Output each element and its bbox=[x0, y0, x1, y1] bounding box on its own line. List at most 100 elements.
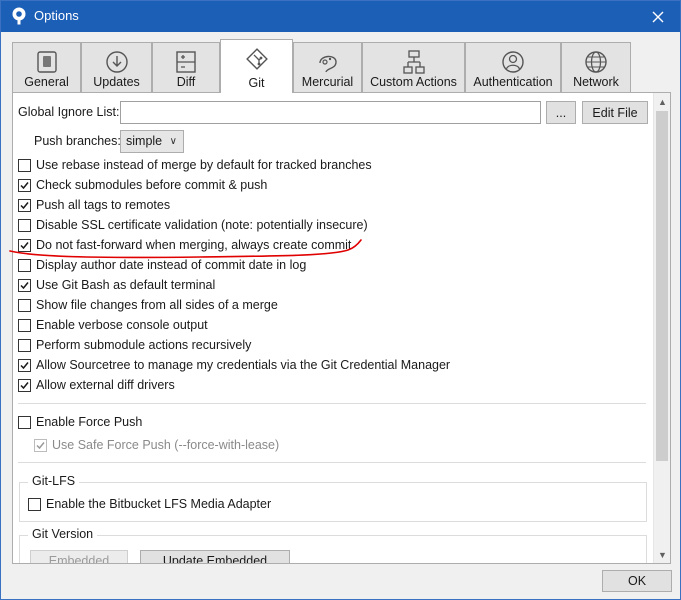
embedded-button[interactable]: Embedded bbox=[30, 550, 128, 563]
tab-label: Mercurial bbox=[301, 75, 354, 89]
checkbox-box bbox=[18, 198, 31, 212]
git-option-checkbox[interactable]: Use Git Bash as default terminal bbox=[18, 276, 215, 294]
checkbox-label: Enable the Bitbucket LFS Media Adapter bbox=[46, 497, 272, 511]
tab-label: Diff bbox=[176, 75, 196, 89]
git-version-group-title: Git Version bbox=[28, 527, 98, 541]
tab-label: Authentication bbox=[473, 75, 553, 89]
checkbox-box bbox=[18, 358, 31, 372]
enable-lfs-adapter-checkbox[interactable]: Enable the Bitbucket LFS Media Adapter bbox=[28, 495, 271, 513]
git-option-checkbox[interactable]: Do not fast-forward when merging, always… bbox=[18, 236, 351, 254]
global-ignore-input[interactable] bbox=[120, 101, 541, 124]
checkbox-label: Use Git Bash as default terminal bbox=[36, 278, 216, 292]
git-option-checkbox[interactable]: Allow Sourcetree to manage my credential… bbox=[18, 356, 450, 374]
tab-general[interactable]: General bbox=[12, 42, 81, 92]
checkbox-box bbox=[18, 218, 31, 232]
checkbox-label: Allow Sourcetree to manage my credential… bbox=[36, 358, 451, 372]
checkbox-box bbox=[18, 378, 31, 392]
tab-git[interactable]: Git bbox=[220, 39, 293, 93]
user-icon bbox=[502, 51, 524, 73]
git-option-checkbox[interactable]: Use rebase instead of merge by default f… bbox=[18, 156, 372, 174]
tab-label: Custom Actions bbox=[370, 75, 457, 89]
checkbox-box bbox=[18, 278, 31, 292]
browse-button[interactable]: ... bbox=[546, 101, 576, 124]
checkmark-icon bbox=[20, 241, 29, 249]
tab-label: General bbox=[24, 75, 69, 89]
checkbox-box bbox=[18, 415, 31, 429]
checkmark-icon bbox=[20, 201, 29, 209]
checkbox-box bbox=[28, 497, 41, 511]
tab-diff[interactable]: Diff bbox=[152, 42, 220, 92]
git-icon bbox=[245, 48, 268, 70]
git-option-checkbox[interactable]: Push all tags to remotes bbox=[18, 196, 170, 214]
title-bar: Options bbox=[1, 1, 680, 32]
checkbox-label: Push all tags to remotes bbox=[36, 198, 171, 212]
edit-file-button[interactable]: Edit File bbox=[582, 101, 648, 124]
git-settings-panel: Global Ignore List: ... Edit File Push b… bbox=[12, 92, 671, 564]
update-embedded-button[interactable]: Update Embedded bbox=[140, 550, 290, 563]
close-icon bbox=[652, 11, 664, 22]
push-branches-select[interactable]: simple ∨ bbox=[120, 130, 184, 153]
window-title: Options bbox=[34, 8, 79, 23]
checkbox-label: Do not fast-forward when merging, always… bbox=[36, 238, 352, 252]
checkbox-box bbox=[18, 258, 31, 272]
tab-mercurial[interactable]: Mercurial bbox=[293, 42, 362, 92]
checkbox-label: Disable SSL certificate validation (note… bbox=[36, 218, 368, 232]
git-lfs-group: Git-LFS Enable the Bitbucket LFS Media A… bbox=[19, 474, 647, 522]
vertical-scrollbar[interactable]: ▲ ▼ bbox=[653, 93, 670, 563]
checkbox-label: Display author date instead of commit da… bbox=[36, 258, 307, 272]
checkmark-icon bbox=[20, 281, 29, 289]
checkbox-box bbox=[18, 238, 31, 252]
checkbox-box bbox=[18, 318, 31, 332]
checkmark-icon bbox=[20, 181, 29, 189]
divider bbox=[18, 403, 646, 404]
checkmark-icon bbox=[20, 381, 29, 389]
git-option-checkbox[interactable]: Enable verbose console output bbox=[18, 316, 208, 334]
checkmark-icon bbox=[36, 441, 45, 449]
checkbox-label: Check submodules before commit & push bbox=[36, 178, 268, 192]
checkbox-box bbox=[18, 158, 31, 172]
close-button[interactable] bbox=[636, 1, 680, 32]
globe-icon bbox=[585, 51, 607, 73]
git-lfs-group-title: Git-LFS bbox=[28, 474, 80, 488]
options-window: Options General Updates Diff Git Mercuri… bbox=[0, 0, 681, 600]
checkbox-label: Enable verbose console output bbox=[36, 318, 208, 332]
tab-custom-actions[interactable]: Custom Actions bbox=[362, 42, 465, 92]
global-ignore-label: Global Ignore List: bbox=[18, 105, 120, 119]
tab-label: Git bbox=[248, 76, 265, 90]
chevron-down-icon: ∨ bbox=[169, 136, 177, 147]
git-option-checkbox[interactable]: Display author date instead of commit da… bbox=[18, 256, 306, 274]
git-option-checkbox[interactable]: Allow external diff drivers bbox=[18, 376, 175, 394]
tab-updates[interactable]: Updates bbox=[81, 42, 152, 92]
push-branches-value: simple bbox=[126, 134, 163, 148]
diff-icon bbox=[176, 51, 196, 73]
ok-button[interactable]: OK bbox=[602, 570, 672, 592]
checkbox-label: Enable Force Push bbox=[36, 415, 143, 429]
git-option-checkbox[interactable]: Disable SSL certificate validation (note… bbox=[18, 216, 368, 234]
tab-label: Updates bbox=[93, 75, 140, 89]
checkbox-label: Show file changes from all sides of a me… bbox=[36, 298, 278, 312]
tab-network[interactable]: Network bbox=[561, 42, 631, 92]
tab-authentication[interactable]: Authentication bbox=[465, 42, 561, 92]
checkbox-box bbox=[18, 178, 31, 192]
scrollbar-thumb[interactable] bbox=[656, 111, 668, 461]
safe-force-push-checkbox[interactable]: Use Safe Force Push (--force-with-lease) bbox=[34, 436, 279, 454]
scroll-up-icon[interactable]: ▲ bbox=[654, 93, 670, 110]
checkbox-label: Use Safe Force Push (--force-with-lease) bbox=[52, 438, 280, 452]
checkbox-label: Perform submodule actions recursively bbox=[36, 338, 252, 352]
enable-force-push-checkbox[interactable]: Enable Force Push bbox=[18, 413, 142, 431]
sourcetree-logo-icon bbox=[12, 7, 26, 25]
checkbox-box bbox=[18, 338, 31, 352]
checkbox-box bbox=[34, 438, 47, 452]
divider bbox=[18, 462, 646, 463]
checkbox-box bbox=[18, 298, 31, 312]
git-option-checkbox[interactable]: Show file changes from all sides of a me… bbox=[18, 296, 278, 314]
checkbox-label: Use rebase instead of merge by default f… bbox=[36, 158, 372, 172]
mercurial-icon bbox=[318, 55, 337, 73]
git-option-checkbox[interactable]: Perform submodule actions recursively bbox=[18, 336, 251, 354]
switch-icon bbox=[36, 51, 57, 73]
scroll-down-icon[interactable]: ▼ bbox=[654, 546, 670, 563]
git-option-checkbox[interactable]: Check submodules before commit & push bbox=[18, 176, 267, 194]
flow-icon bbox=[402, 50, 425, 74]
tab-label: Network bbox=[573, 75, 619, 89]
download-icon bbox=[105, 51, 128, 73]
